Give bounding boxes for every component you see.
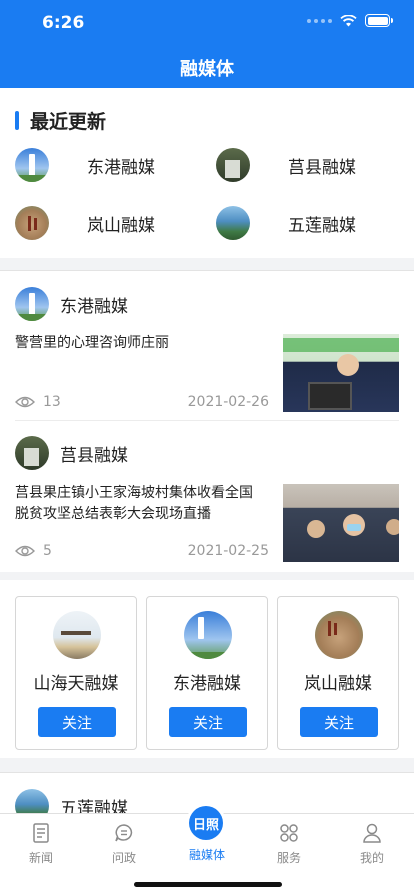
recent-item-label: 莒县融媒 [288, 157, 356, 178]
recent-item-label: 东港融媒 [87, 157, 155, 178]
channel-avatar [53, 611, 101, 659]
follow-button[interactable]: 关注 [300, 707, 378, 737]
tab-label: 问政 [111, 851, 136, 865]
juxian-avatar [216, 148, 250, 182]
recent-item-wulian[interactable]: 五莲融媒 [216, 206, 356, 240]
status-time: 6:26 [42, 13, 85, 33]
follow-section: 山海天融媒 关注 东港融媒 关注 岚山融媒 关注 [0, 580, 414, 758]
newspaper-icon [33, 823, 49, 843]
eye-icon [15, 545, 35, 557]
recent-item-label: 五莲融媒 [288, 215, 356, 236]
channel-avatar [184, 611, 232, 659]
tab-news[interactable]: 新闻 [11, 822, 71, 866]
rizhao-logo-icon[interactable]: 日照 [189, 806, 223, 840]
lanshan-avatar [15, 206, 49, 240]
wulian-avatar [216, 206, 250, 240]
news-source-name: 五莲融媒 [60, 798, 128, 814]
source-avatar [15, 789, 49, 813]
channel-avatar [315, 611, 363, 659]
divider [0, 772, 414, 773]
view-count: 5 [43, 543, 52, 559]
eye-icon [15, 396, 35, 408]
tab-label: 我的 [359, 851, 384, 865]
follow-card[interactable]: 山海天融媒 关注 [15, 596, 137, 750]
tab-services[interactable]: 服务 [259, 822, 319, 866]
signal-icon [307, 18, 332, 23]
news-source[interactable]: 五莲融媒 [15, 789, 128, 813]
section-heading: 最近更新 [15, 107, 106, 134]
channel-name: 东港融媒 [173, 674, 241, 694]
news-meta: 13 [15, 394, 61, 410]
tab-label: 新闻 [28, 851, 53, 865]
news-thumbnail [283, 484, 399, 562]
news-source: 莒县融媒 [15, 436, 128, 470]
recent-item-label: 岚山融媒 [87, 215, 155, 236]
app-header: 6:26 融媒体 [0, 0, 414, 88]
heading-accent-bar [15, 111, 19, 130]
news-date: 2021-02-26 [187, 394, 269, 410]
news-source-name: 东港融媒 [60, 296, 128, 317]
status-icons [307, 14, 393, 27]
follow-card[interactable]: 东港融媒 关注 [146, 596, 268, 750]
news-title: 莒县果庄镇小王家海坡村集体收看全国脱贫攻坚总结表彰大会现场直播 [15, 485, 253, 522]
tab-label: 融媒体 [188, 848, 225, 862]
home-indicator[interactable] [134, 882, 282, 887]
channel-name: 山海天融媒 [33, 674, 119, 694]
recent-item-juxian[interactable]: 莒县融媒 [216, 148, 356, 182]
recent-updates-section: 最近更新 东港融媒 莒县融媒 岚山融媒 五莲融媒 [0, 88, 414, 258]
news-source: 东港融媒 [15, 287, 128, 321]
news-source-name: 莒县融媒 [60, 445, 128, 466]
source-avatar [15, 287, 49, 321]
follow-button[interactable]: 关注 [38, 707, 116, 737]
news-title: 警营里的心理咨询师庄丽 [15, 335, 169, 351]
channel-name: 岚山融媒 [304, 674, 372, 694]
news-item[interactable]: 东港融媒 警营里的心理咨询师庄丽 13 2021-02-26 [0, 270, 414, 420]
news-item[interactable]: 莒县融媒 莒县果庄镇小王家海坡村集体收看全国脱贫攻坚总结表彰大会现场直播 5 2… [0, 421, 414, 571]
news-thumbnail [283, 334, 399, 412]
donggang-avatar [15, 148, 49, 182]
source-avatar [15, 436, 49, 470]
tab-profile[interactable]: 我的 [342, 822, 402, 866]
tab-wenzheng[interactable]: 问政 [94, 822, 154, 866]
grid-services-icon [280, 824, 298, 842]
battery-icon [365, 14, 393, 27]
recent-item-donggang[interactable]: 东港融媒 [15, 148, 155, 182]
page-title: 融媒体 [180, 59, 234, 80]
news-date: 2021-02-25 [187, 543, 269, 559]
follow-button[interactable]: 关注 [169, 707, 247, 737]
user-icon [363, 823, 381, 843]
view-count: 13 [43, 394, 61, 410]
wifi-icon [340, 14, 357, 26]
chat-icon [115, 824, 133, 842]
news-feed-card: 东港融媒 警营里的心理咨询师庄丽 13 2021-02-26 莒县融媒 莒县果庄… [0, 270, 414, 572]
tab-label: 服务 [276, 851, 301, 865]
section-heading-text: 最近更新 [30, 111, 107, 133]
recent-item-lanshan[interactable]: 岚山融媒 [15, 206, 155, 240]
news-meta: 5 [15, 543, 52, 559]
follow-card[interactable]: 岚山融媒 关注 [277, 596, 399, 750]
